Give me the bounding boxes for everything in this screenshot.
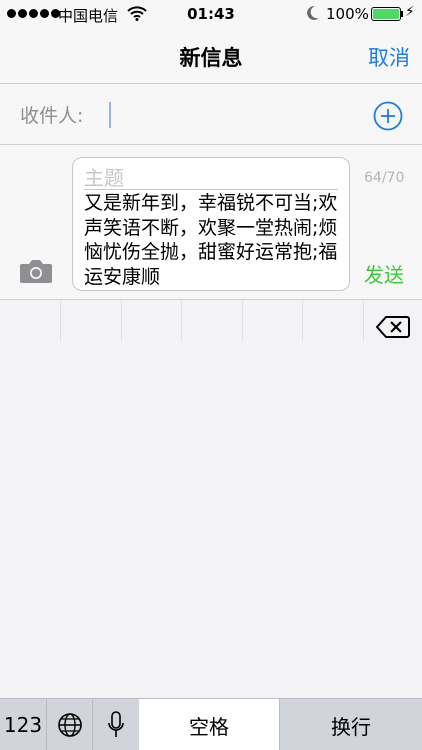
- microphone-key[interactable]: [93, 699, 139, 750]
- cancel-button[interactable]: 取消: [368, 42, 410, 72]
- recipient-row[interactable]: 收件人:: [0, 85, 422, 145]
- page-title: 新信息: [179, 46, 243, 70]
- battery-nub: [401, 11, 403, 17]
- candidate-bar: [0, 300, 422, 342]
- navigation-bar: 新信息 取消: [0, 28, 422, 84]
- do-not-disturb-icon: [307, 5, 319, 20]
- subject-divider: [84, 189, 338, 190]
- battery-icon: [371, 7, 401, 21]
- keyboard-bottom-row: 123 空格 换行: [0, 698, 422, 750]
- character-counter: 64/70: [364, 170, 405, 186]
- message-body[interactable]: 又是新年到，幸福锐不可当;欢声笑语不断，欢聚一堂热闹;烦恼忧伤全抛，甜蜜好运常抱…: [84, 191, 346, 289]
- charging-icon: ⚡: [405, 4, 415, 20]
- recipient-label: 收件人:: [20, 105, 84, 127]
- send-button[interactable]: 发送: [364, 259, 404, 288]
- status-bar: 中国电信 01:43 100% ⚡: [0, 0, 422, 28]
- compose-area: 主题 又是新年到，幸福锐不可当;欢声笑语不断，欢聚一堂热闹;烦恼忧伤全抛，甜蜜好…: [0, 146, 422, 300]
- delete-key-icon[interactable]: [376, 316, 410, 338]
- subject-field[interactable]: 主题: [84, 162, 124, 191]
- space-key[interactable]: 空格: [139, 699, 279, 750]
- return-key[interactable]: 换行: [280, 699, 422, 750]
- camera-icon[interactable]: [19, 258, 53, 284]
- keyboard: 123 空格 换行: [0, 300, 422, 750]
- battery-percentage: 100%: [326, 5, 369, 23]
- add-recipient-button[interactable]: [373, 101, 403, 131]
- globe-key[interactable]: [47, 699, 92, 750]
- numbers-key[interactable]: 123: [0, 699, 46, 750]
- microphone-icon: [108, 711, 124, 737]
- text-cursor: [109, 102, 111, 128]
- message-input[interactable]: 主题 又是新年到，幸福锐不可当;欢声笑语不断，欢聚一堂热闹;烦恼忧伤全抛，甜蜜好…: [72, 157, 350, 291]
- globe-icon: [57, 713, 82, 737]
